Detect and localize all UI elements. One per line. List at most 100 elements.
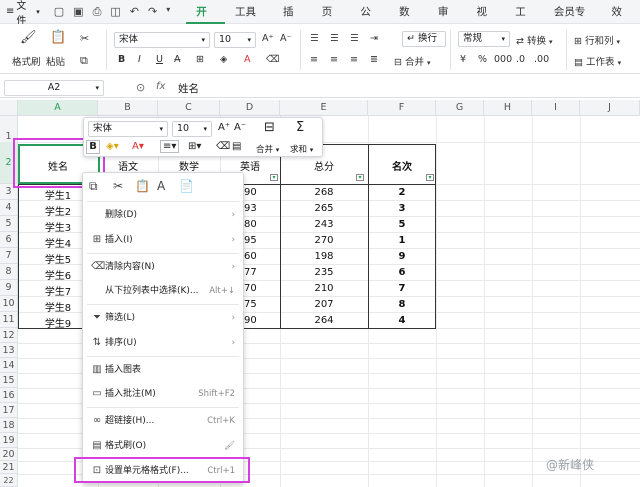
format-painter-label[interactable]: 格式刷 (12, 54, 41, 68)
italic-icon[interactable]: I (138, 54, 141, 65)
align-right-icon[interactable]: ≡ (350, 54, 358, 65)
row-header[interactable]: 20 (0, 448, 18, 461)
formula-input[interactable]: 姓名 (178, 81, 199, 96)
rank-cell[interactable]: 6 (368, 267, 436, 278)
english-cell[interactable]: 93 (244, 203, 264, 214)
tab-review[interactable]: 审阅 (428, 0, 467, 42)
tab-member[interactable]: 会员专享 (544, 0, 601, 42)
paste-icon[interactable]: 📋 (135, 179, 150, 193)
rank-cell[interactable]: 5 (368, 219, 436, 230)
menu-item-sort[interactable]: ⇅ 排序(U) › (83, 333, 243, 353)
currency-icon[interactable]: ¥ (460, 54, 466, 65)
total-cell[interactable]: 210 (280, 283, 368, 294)
border-icon[interactable]: ⊞ (196, 54, 204, 65)
total-cell[interactable]: 265 (280, 203, 368, 214)
tab-formula[interactable]: 公式 (350, 0, 389, 42)
mini-font-size-select[interactable]: 10 ▾ (172, 121, 212, 137)
wrap-button[interactable]: ↵ 换行 (402, 31, 446, 47)
row-header[interactable]: 9 (0, 280, 18, 296)
number-format-select[interactable]: 常规 ▾ (458, 31, 510, 47)
clear-format-icon[interactable]: ⌫ (266, 54, 279, 65)
total-cell[interactable]: 270 (280, 235, 368, 246)
rank-cell[interactable]: 7 (368, 283, 436, 294)
row-header[interactable]: 10 (0, 296, 18, 312)
chevron-down-icon[interactable]: ▾ (166, 5, 170, 19)
underline-icon[interactable]: U (156, 54, 163, 65)
header-cell[interactable]: 英语 (220, 158, 280, 173)
menu-item-insert-comment[interactable]: ▭ 插入批注(M) Shift+F2 (83, 384, 243, 404)
row-header[interactable]: 17 (0, 403, 18, 418)
zoom-icon[interactable]: ⊙ (136, 81, 145, 94)
row-header[interactable]: 18 (0, 418, 18, 433)
column-header[interactable]: G (436, 100, 484, 116)
bold-icon[interactable]: B (118, 54, 125, 65)
rank-cell[interactable]: 9 (368, 251, 436, 262)
copy-icon[interactable]: ⧉ (89, 179, 98, 194)
menu-item-delete[interactable]: 删除(D) › (83, 205, 243, 225)
align-bottom-icon[interactable]: ☰ (350, 33, 359, 44)
menu-item-insert-chart[interactable]: ▥ 插入图表 (83, 360, 243, 380)
english-cell[interactable]: 75 (244, 299, 264, 310)
row-header[interactable]: 11 (0, 312, 18, 328)
border-icon[interactable]: ⊞▾ (188, 141, 201, 152)
paste-icon[interactable]: 📋 (50, 30, 66, 45)
format-brush-icon[interactable]: ▤ (232, 141, 241, 152)
font-color-icon[interactable]: A▾ (132, 141, 144, 152)
copy-icon[interactable]: ⧉ (80, 54, 88, 68)
fill-color-icon[interactable]: ◈▾ (106, 141, 119, 152)
align-middle-icon[interactable]: ☰ (330, 33, 339, 44)
tab-toolbox[interactable]: 工具箱 (225, 0, 273, 42)
new-doc-icon[interactable]: ▢ (54, 5, 64, 19)
indent-icon[interactable]: ⇥ (370, 33, 378, 44)
decrease-font-icon[interactable]: A⁻ (234, 122, 246, 133)
paste-label[interactable]: 粘贴 (46, 54, 65, 68)
cut-icon[interactable]: ✂ (80, 32, 89, 45)
column-header[interactable]: C (158, 100, 220, 116)
row-header[interactable]: 6 (0, 232, 18, 248)
bold-button[interactable]: B (86, 140, 100, 154)
english-cell[interactable]: 60 (244, 251, 264, 262)
tab-view[interactable]: 视图 (467, 0, 506, 42)
font-name-select[interactable]: 宋体 ▾ (114, 32, 210, 48)
sum-icon[interactable]: Σ (296, 120, 304, 135)
paste-special-icon[interactable]: 📄 (179, 179, 194, 193)
file-menu[interactable]: ≡ 文件 ▾ (6, 0, 40, 27)
fx-icon[interactable]: fx (156, 81, 165, 92)
row-header[interactable]: 16 (0, 388, 18, 403)
font-size-select[interactable]: 10 ▾ (214, 32, 256, 48)
rank-cell[interactable]: 2 (368, 187, 436, 198)
mini-merge-button[interactable]: 合并 ▾ (256, 143, 279, 155)
tab-tools[interactable]: 工具 (505, 0, 544, 42)
mini-sum-button[interactable]: 求和 ▾ (290, 143, 313, 155)
increase-font-icon[interactable]: A⁺ (218, 122, 230, 133)
tab-data[interactable]: 数据 (389, 0, 428, 42)
column-header[interactable]: I (532, 100, 580, 116)
percent-icon[interactable]: % (478, 54, 487, 65)
header-cell[interactable]: 数学 (158, 158, 220, 173)
column-header[interactable]: E (280, 100, 368, 116)
header-cell[interactable]: 总分 (280, 158, 368, 173)
redo-icon[interactable]: ↷ (148, 5, 157, 19)
row-header[interactable]: 15 (0, 373, 18, 388)
name-box[interactable]: A2 ▾ (4, 80, 104, 96)
row-col-button[interactable]: ⊞ 行和列 ▾ (574, 33, 620, 47)
filter-dropdown-icon[interactable]: ▾ (356, 174, 364, 181)
paste-values-icon[interactable]: A (157, 179, 165, 193)
increase-font-icon[interactable]: A⁺ (262, 33, 274, 44)
english-cell[interactable]: 70 (244, 283, 264, 294)
font-color-icon[interactable]: A (244, 54, 251, 65)
column-header[interactable]: D (220, 100, 280, 116)
cut-icon[interactable]: ✂ (113, 179, 123, 193)
filter-dropdown-icon[interactable]: ▾ (426, 174, 434, 181)
rank-cell[interactable]: 1 (368, 235, 436, 246)
undo-icon[interactable]: ↶ (130, 5, 139, 19)
preview-icon[interactable]: ◫ (110, 5, 120, 19)
mini-font-name-select[interactable]: 宋体 ▾ (88, 121, 168, 137)
total-cell[interactable]: 243 (280, 219, 368, 230)
row-header[interactable]: 13 (0, 343, 18, 358)
worksheet-button[interactable]: ▤ 工作表 ▾ (574, 54, 621, 68)
fill-color-icon[interactable]: ◈ (220, 54, 227, 65)
tab-insert[interactable]: 插入 (273, 0, 312, 42)
rank-cell[interactable]: 4 (368, 315, 436, 326)
total-cell[interactable]: 264 (280, 315, 368, 326)
